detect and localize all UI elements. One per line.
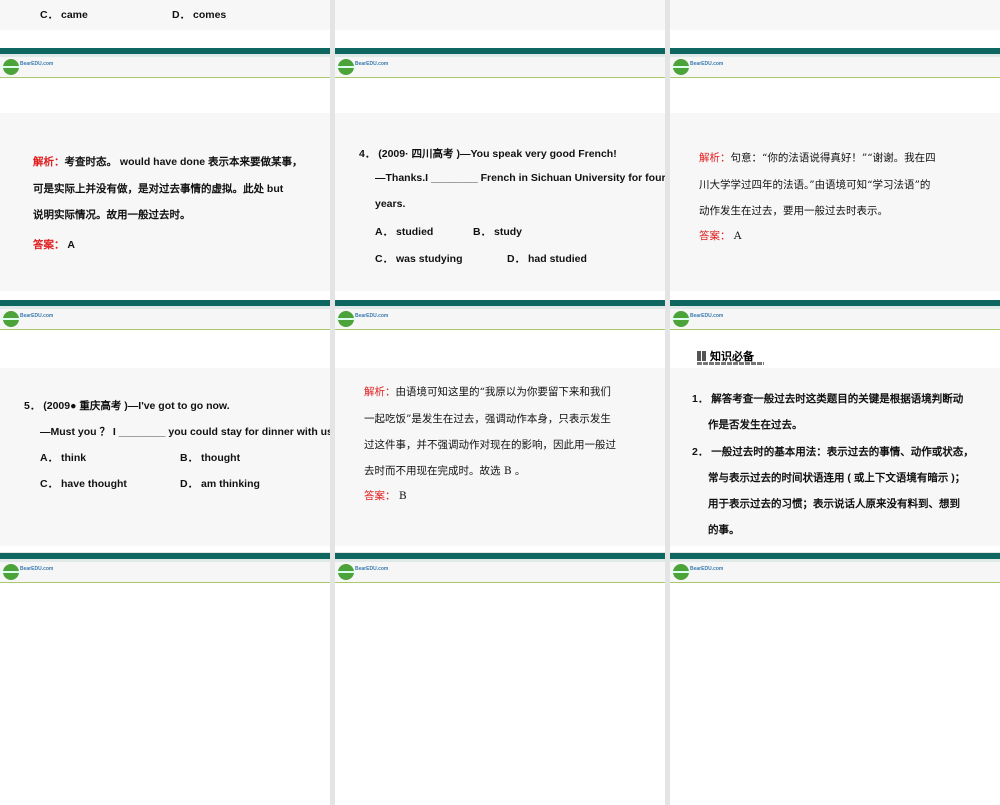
analysis-line: 说明实际情况。故用一般过去时。 (33, 209, 191, 221)
option-a: A． think (40, 452, 87, 464)
grid-icon (697, 351, 707, 361)
option-a: A． studied (375, 226, 434, 238)
question-line: —Must you ？ I ________ you could stay fo… (40, 426, 330, 438)
option-c: C． was studying (375, 253, 463, 265)
option-b: B． thought (180, 452, 241, 464)
option-c: C． came (40, 9, 88, 21)
slide-knowledge: BearEDU.com 知识必备 1． 解答考查一般过去时这类题目的关键是根据语… (670, 300, 1000, 552)
option-d: D． had studied (507, 253, 587, 265)
analysis-line: 解析：考查时态。 would have done 表示本来要做某事， (33, 156, 303, 168)
logo-text: BearEDU.com (20, 61, 54, 67)
point-line: 2． 一般过去时的基本用法：表示过去的事情、动作或状态， (692, 446, 974, 458)
slide-analysis-5: BearEDU.com 解析：由语境可知这里的“我原以为你要留下来和我们 一起吃… (335, 300, 665, 552)
logo-icon (671, 564, 691, 580)
logo-icon (671, 59, 691, 75)
slide-bottom-right: BearEDU.com (670, 553, 1000, 805)
logo-text: BearEDU.com (20, 566, 54, 572)
logo-icon (1, 59, 21, 75)
logo-icon (336, 59, 356, 75)
logo-icon (336, 564, 356, 580)
slide-question-5: BearEDU.com 5． (2009● 重庆高考 )—I've got to… (0, 300, 330, 552)
answer: 答案： A (33, 239, 76, 251)
question-line: years. (375, 198, 406, 210)
slide-partial-right (670, 0, 1000, 48)
analysis-line: 过这件事，并不强调动作对现在的影响，因此用一般过 (364, 439, 616, 451)
question-line: 5． (2009● 重庆高考 )—I've got to go now. (24, 400, 230, 412)
logo-text: BearEDU.com (690, 313, 724, 319)
question-line: 4． (2009· 四川高考 )—You speak very good Fre… (359, 148, 617, 160)
option-c: C． have thought (40, 478, 127, 490)
slide-analysis-3: BearEDU.com 解析：考查时态。 would have done 表示本… (0, 48, 330, 300)
analysis-line: 解析：由语境可知这里的“我原以为你要留下来和我们 (364, 386, 611, 398)
logo-text: BearEDU.com (20, 313, 54, 319)
point-line: 常与表示过去的时间状语连用 ( 或上下文语境有暗示 )； (708, 472, 966, 484)
logo-icon (336, 311, 356, 327)
point-line: 的事。 (708, 524, 740, 536)
slide-partial-mid (335, 0, 665, 48)
logo-text: BearEDU.com (355, 566, 389, 572)
logo-text: BearEDU.com (690, 61, 724, 67)
logo-icon (1, 311, 21, 327)
logo-text: BearEDU.com (355, 61, 389, 67)
option-b: B． study (473, 226, 523, 238)
answer: 答案： A (699, 230, 742, 242)
slide-question-4: BearEDU.com 4． (2009· 四川高考 )—You speak v… (335, 48, 665, 300)
analysis-line: 川大学学过四年的法语。”由语境可知“学习法语”的 (699, 179, 931, 191)
slide-bottom-left: BearEDU.com (0, 553, 330, 805)
slide-bottom-mid: BearEDU.com (335, 553, 665, 805)
analysis-line: 去时而不用现在完成时。故选 B 。 (364, 465, 526, 477)
analysis-line: 可是实际上并没有做，是对过去事情的虚拟。此处 but (33, 183, 284, 195)
option-d: D． comes (172, 9, 227, 21)
slide-analysis-4: BearEDU.com 解析：句意：“你的法语说得真好！”“谢谢。我在四 川大学… (670, 48, 1000, 300)
logo-icon (671, 311, 691, 327)
analysis-line: 一起吃饭”是发生在过去，强调动作本身，只表示发生 (364, 413, 611, 425)
question-line: —Thanks.I ________ French in Sichuan Uni… (375, 172, 665, 184)
analysis-line: 解析：句意：“你的法语说得真好！”“谢谢。我在四 (699, 152, 936, 164)
point-line: 用于表示过去的习惯；表示说话人原来没有料到、想到 (708, 498, 960, 510)
slide-partial-left: C． came D． comes (0, 0, 330, 48)
option-d: D． am thinking (180, 478, 260, 490)
logo-text: BearEDU.com (355, 313, 389, 319)
point-line: 作是否发生在过去。 (708, 419, 803, 431)
point-line: 1． 解答考查一般过去时这类题目的关键是根据语境判断动 (692, 393, 964, 405)
answer: 答案： B (364, 490, 407, 502)
logo-icon (1, 564, 21, 580)
analysis-line: 动作发生在过去，要用一般过去时表示。 (699, 205, 888, 217)
logo-text: BearEDU.com (690, 566, 724, 572)
